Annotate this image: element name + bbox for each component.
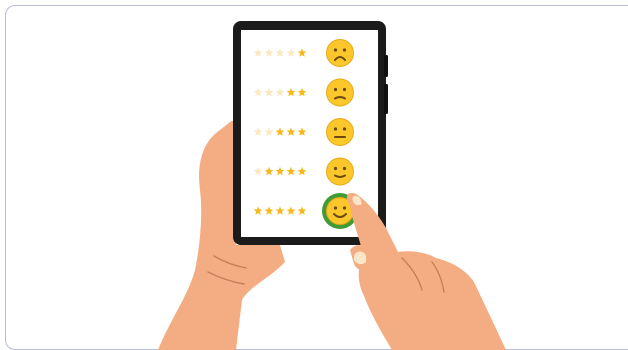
slight-smile-face-icon[interactable] [326, 157, 354, 186]
right-hand [346, 192, 506, 350]
neutral-face-icon[interactable] [326, 118, 354, 146]
feedback-rating-illustration [158, 21, 506, 350]
very-sad-face-icon[interactable] [326, 39, 354, 67]
sad-face-icon[interactable] [326, 78, 354, 107]
